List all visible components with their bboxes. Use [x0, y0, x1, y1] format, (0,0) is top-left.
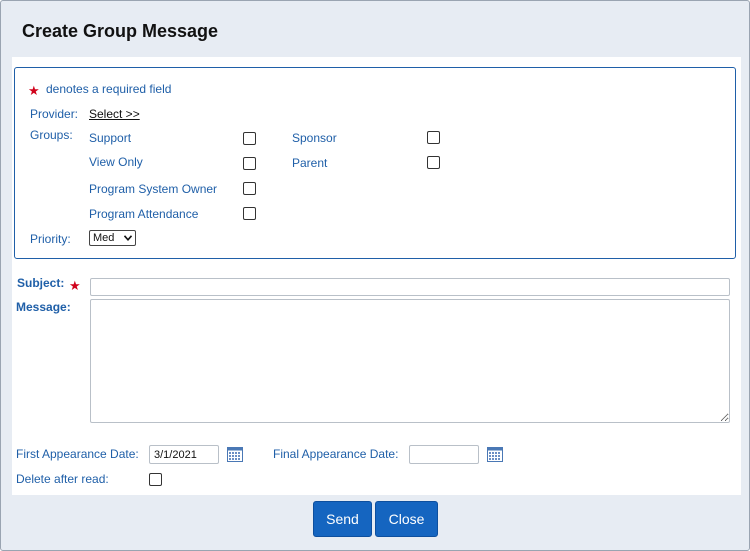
- subject-label: Subject:: [17, 276, 65, 290]
- calendar-icon[interactable]: [487, 447, 503, 462]
- recipients-panel: ★ denotes a required field Provider: Sel…: [14, 67, 736, 259]
- delete-after-read-checkbox[interactable]: [149, 473, 162, 486]
- group-parent-label: Parent: [292, 156, 328, 170]
- chevron-down-icon: [124, 235, 132, 241]
- delete-after-read-label: Delete after read:: [16, 472, 109, 486]
- priority-label: Priority:: [30, 232, 71, 246]
- group-view-only-label: View Only: [89, 155, 143, 169]
- message-textarea[interactable]: [90, 299, 730, 423]
- group-program-attendance-label: Program Attendance: [89, 207, 199, 221]
- send-button[interactable]: Send: [313, 501, 372, 537]
- group-program-attendance-checkbox[interactable]: [243, 207, 256, 220]
- calendar-icon[interactable]: [227, 447, 243, 462]
- final-appearance-date-input[interactable]: [409, 445, 479, 464]
- dialog-content: ★ denotes a required field Provider: Sel…: [12, 57, 741, 495]
- group-program-system-owner-checkbox[interactable]: [243, 182, 256, 195]
- required-star: ★: [28, 83, 40, 98]
- required-note: denotes a required field: [46, 82, 172, 96]
- subject-input[interactable]: [90, 278, 730, 296]
- group-sponsor-checkbox[interactable]: [427, 131, 440, 144]
- group-program-system-owner-label: Program System Owner: [89, 182, 218, 196]
- group-sponsor-label: Sponsor: [292, 131, 337, 145]
- final-appearance-date-label: Final Appearance Date:: [273, 447, 399, 461]
- priority-value: Med: [93, 232, 115, 244]
- first-appearance-date-input[interactable]: [149, 445, 219, 464]
- dialog-title: Create Group Message: [22, 21, 219, 41]
- priority-select[interactable]: Med: [89, 230, 136, 246]
- group-support-checkbox[interactable]: [243, 132, 256, 145]
- first-appearance-date-label: First Appearance Date:: [16, 447, 139, 461]
- group-parent-checkbox[interactable]: [427, 156, 440, 169]
- message-label: Message:: [16, 300, 71, 314]
- group-support-label: Support: [89, 131, 132, 145]
- close-button[interactable]: Close: [375, 501, 438, 537]
- groups-label: Groups:: [30, 128, 73, 142]
- provider-select-link[interactable]: Select >>: [89, 107, 140, 121]
- provider-label: Provider:: [30, 107, 79, 121]
- create-group-message-dialog: Create Group Message ★ denotes a require…: [0, 0, 750, 551]
- group-view-only-checkbox[interactable]: [243, 157, 256, 170]
- subject-required-star: ★: [69, 278, 81, 293]
